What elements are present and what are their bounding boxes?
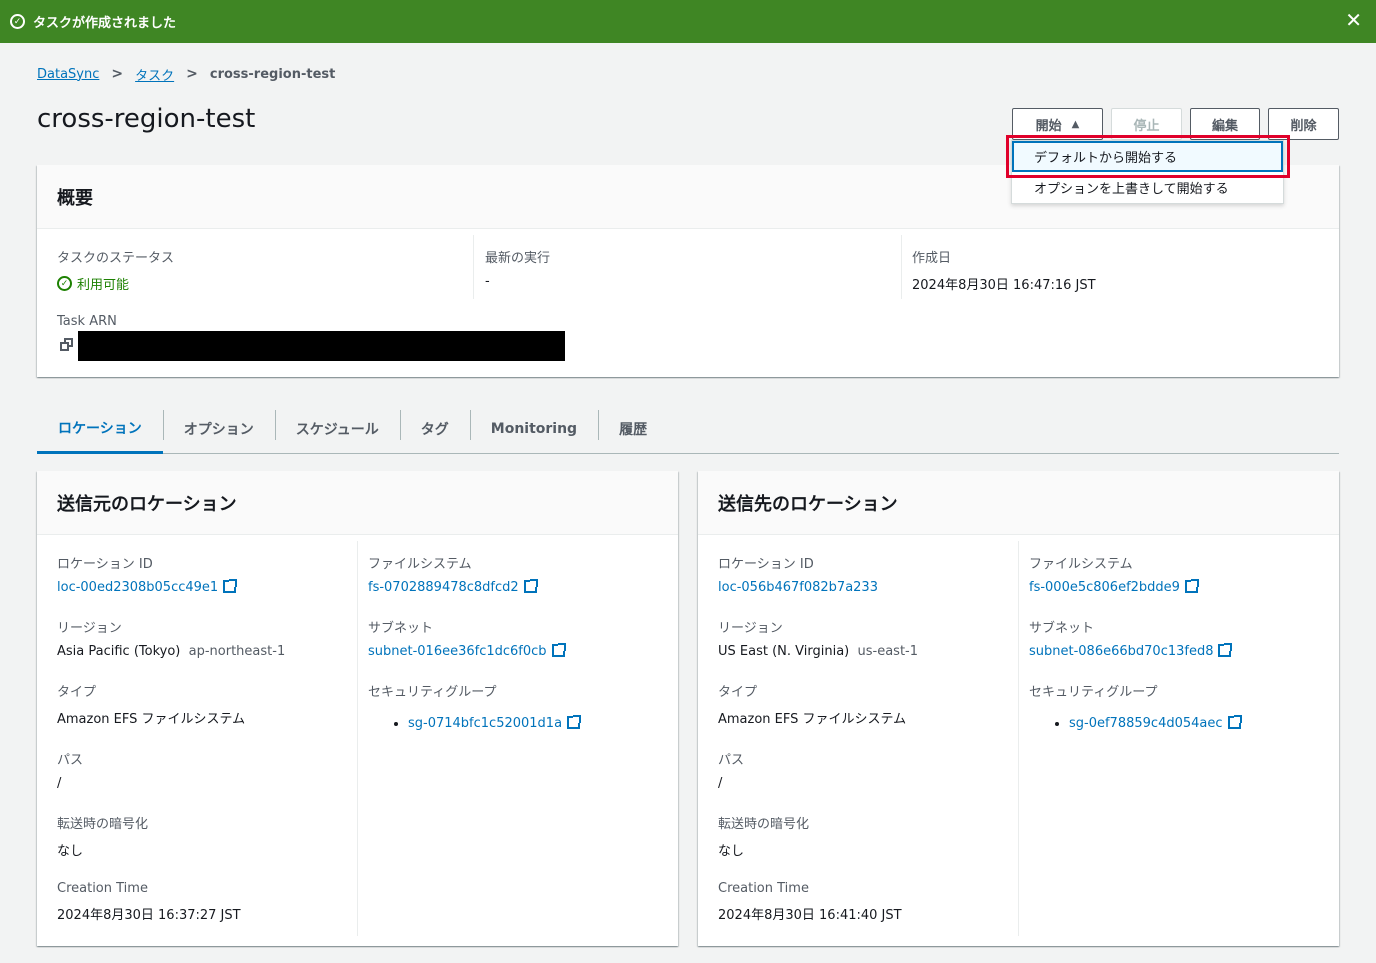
creation-time-label: Creation Time [57, 881, 148, 896]
sg-label: セキュリティグループ [368, 685, 497, 700]
tab-history[interactable]: 履歴 [598, 405, 668, 454]
divider [901, 235, 902, 299]
external-link-icon[interactable] [523, 579, 538, 593]
tab-locations[interactable]: ロケーション [37, 405, 163, 454]
copy-icon[interactable] [60, 338, 74, 352]
menu-item-start-override[interactable]: オプションを上書きして開始する [1012, 172, 1283, 203]
creation-time-label: Creation Time [718, 881, 809, 896]
arn-field: Task ARN [57, 314, 117, 329]
start-dropdown-menu: デフォルトから開始する オプションを上書きして開始する [1011, 140, 1284, 204]
check-circle-icon: ✓ [10, 14, 25, 29]
status-text: 利用可能 [77, 278, 130, 293]
status-label: タスクのステータス [57, 251, 175, 266]
destination-fs-link[interactable]: fs-000e5c806ef2bdde9 [1029, 580, 1180, 595]
check-circle-icon: ✓ [57, 276, 72, 291]
source-region-name: Asia Pacific (Tokyo) [57, 644, 181, 659]
breadcrumb-tasks[interactable]: タスク [135, 65, 174, 84]
location-id-label: ロケーション ID [57, 557, 153, 572]
tab-monitoring[interactable]: Monitoring [469, 405, 598, 454]
divider [1018, 541, 1019, 936]
type-label: タイプ [718, 685, 758, 700]
tab-schedule[interactable]: スケジュール [274, 405, 400, 454]
source-fs-link[interactable]: fs-0702889478c8dfcd2 [368, 580, 519, 595]
encryption-label: 転送時の暗号化 [718, 817, 810, 832]
destination-path: / [718, 776, 723, 791]
source-left-column: ロケーション ID loc-00ed2308b05cc49e1 リージョン As… [57, 553, 285, 945]
redacted-arn [78, 331, 565, 361]
arn-label: Task ARN [57, 314, 117, 329]
region-label: リージョン [57, 621, 122, 636]
destination-type: Amazon EFS ファイルシステム [718, 712, 907, 727]
external-link-icon[interactable] [1227, 715, 1242, 729]
page-title: cross-region-test [37, 104, 256, 134]
caret-up-icon: ▲ [1071, 118, 1080, 130]
destination-encryption: なし [718, 844, 745, 859]
stop-button[interactable]: 停止 [1111, 108, 1182, 140]
type-label: タイプ [57, 685, 97, 700]
created-label: 作成日 [912, 251, 952, 266]
delete-button[interactable]: 削除 [1268, 108, 1339, 140]
encryption-label: 転送時の暗号化 [57, 817, 149, 832]
source-sg-link[interactable]: sg-0714bfc1c52001d1a [408, 716, 562, 731]
chevron-right-icon: > [186, 66, 198, 82]
source-location-id-link[interactable]: loc-00ed2308b05cc49e1 [57, 580, 218, 595]
source-title: 送信元のロケーション [37, 471, 678, 535]
menu-item-start-default[interactable]: デフォルトから開始する [1012, 141, 1283, 172]
tab-bar: ロケーション オプション スケジュール タグ Monitoring 履歴 [37, 405, 1339, 454]
start-button[interactable]: 開始 ▲ [1012, 108, 1103, 140]
destination-sg-link[interactable]: sg-0ef78859c4d054aec [1069, 716, 1223, 731]
edit-button[interactable]: 編集 [1190, 108, 1260, 140]
external-link-icon[interactable] [223, 579, 238, 593]
sg-label: セキュリティグループ [1029, 685, 1158, 700]
chevron-right-icon: > [111, 66, 124, 82]
destination-creation-time: 2024年8月30日 16:41:40 JST [718, 908, 902, 923]
source-type: Amazon EFS ファイルシステム [57, 712, 246, 727]
fs-label: ファイルシステム [368, 557, 472, 572]
external-link-icon[interactable] [1218, 643, 1233, 657]
status-value: ✓ 利用可能 [57, 274, 129, 293]
source-encryption: なし [57, 844, 84, 859]
tab-tags[interactable]: タグ [399, 405, 470, 454]
destination-left-column: ロケーション ID loc-056b467f082b7a233 リージョン US… [718, 553, 918, 945]
start-button-label: 開始 [1035, 118, 1062, 134]
location-id-label: ロケーション ID [718, 557, 814, 572]
destination-subnet-link[interactable]: subnet-086e66bd70c13fed8 [1029, 644, 1213, 659]
divider [473, 235, 474, 299]
path-label: パス [718, 753, 745, 768]
external-link-icon[interactable] [567, 715, 582, 729]
close-icon[interactable]: ✕ [1345, 8, 1362, 32]
success-flashbar: ✓ タスクが作成されました ✕ [0, 0, 1376, 43]
breadcrumb-current: cross-region-test [209, 66, 336, 82]
created-field: 作成日 2024年8月30日 16:47:16 JST [912, 247, 1096, 293]
source-subnet-link[interactable]: subnet-016ee36fc1dc6f0cb [368, 644, 547, 659]
source-right-column: ファイルシステム fs-0702889478c8dfcd2 サブネット subn… [368, 553, 582, 753]
divider [357, 541, 358, 936]
external-link-icon[interactable] [551, 643, 566, 657]
subnet-label: サブネット [368, 621, 434, 636]
created-value: 2024年8月30日 16:47:16 JST [912, 278, 1096, 293]
path-label: パス [57, 753, 84, 768]
status-field: タスクのステータス ✓ 利用可能 [57, 247, 174, 293]
flash-message: タスクが作成されました [33, 16, 177, 31]
last-run-label: 最新の実行 [485, 251, 551, 266]
source-location-card: 送信元のロケーション ロケーション ID loc-00ed2308b05cc49… [37, 471, 678, 946]
breadcrumb: DataSync > タスク > cross-region-test [37, 64, 335, 84]
region-label: リージョン [718, 621, 783, 636]
last-run-value: - [485, 274, 490, 289]
tab-options[interactable]: オプション [162, 405, 275, 454]
subnet-label: サブネット [1029, 621, 1095, 636]
fs-label: ファイルシステム [1029, 557, 1133, 572]
destination-location-card: 送信先のロケーション ロケーション ID loc-056b467f082b7a2… [698, 471, 1339, 946]
source-region-code: ap-northeast-1 [188, 644, 286, 659]
destination-region-name: US East (N. Virginia) [718, 644, 850, 659]
last-run-field: 最新の実行 - [485, 247, 550, 289]
destination-title: 送信先のロケーション [698, 471, 1339, 535]
external-link-icon[interactable] [1184, 579, 1199, 593]
destination-location-id-link[interactable]: loc-056b467f082b7a233 [718, 580, 878, 595]
breadcrumb-datasync[interactable]: DataSync [37, 67, 99, 82]
source-path: / [57, 776, 62, 791]
destination-right-column: ファイルシステム fs-000e5c806ef2bdde9 サブネット subn… [1029, 553, 1242, 753]
source-creation-time: 2024年8月30日 16:37:27 JST [57, 908, 241, 923]
destination-region-code: us-east-1 [857, 644, 919, 659]
